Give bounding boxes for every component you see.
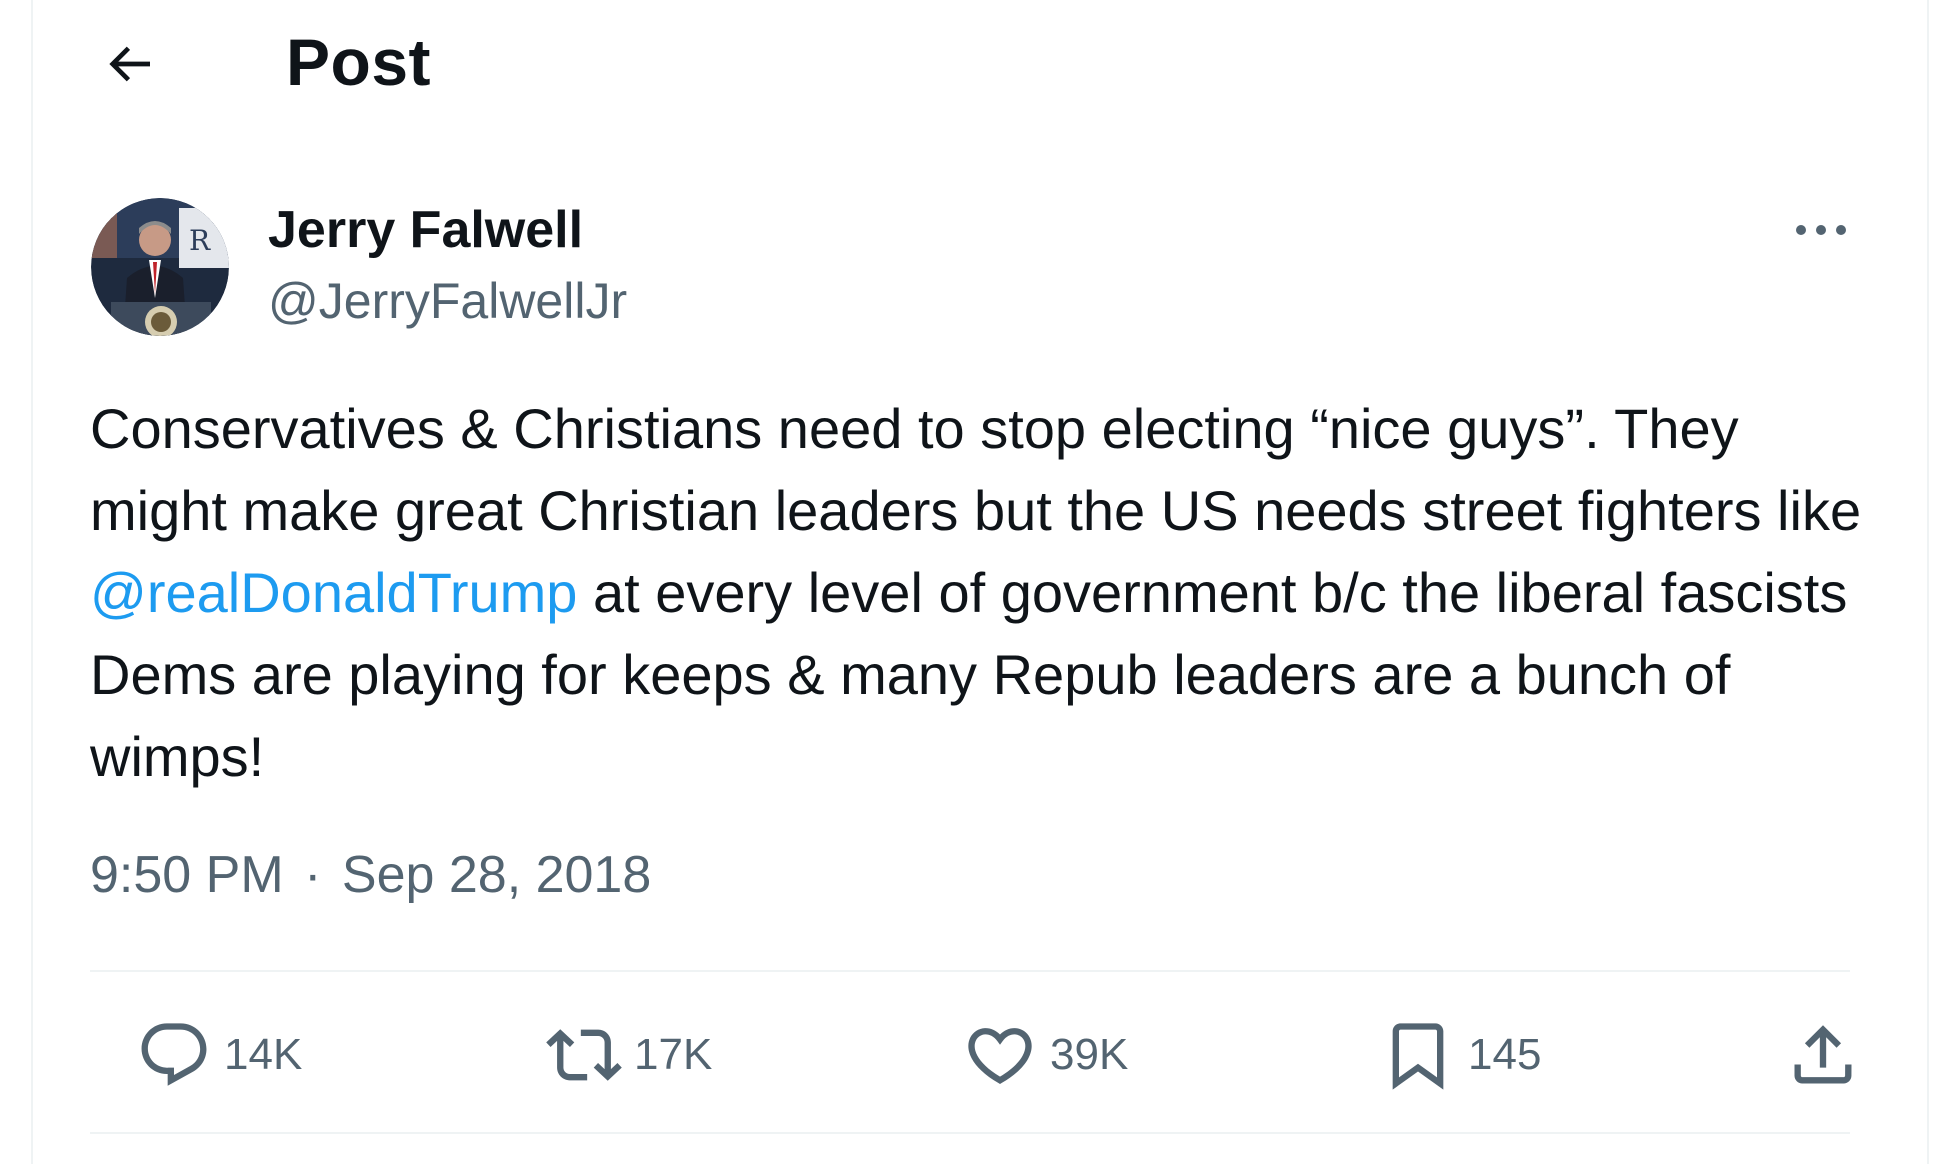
reply-icon (141, 1023, 207, 1086)
repost-icon (546, 1029, 622, 1081)
arrow-left-icon (109, 46, 150, 82)
svg-text:R: R (189, 224, 211, 257)
share-button[interactable] (1785, 1010, 1861, 1100)
more-horizontal-icon (1796, 225, 1846, 235)
like-button[interactable]: 39K (962, 1010, 1128, 1100)
mention-link[interactable]: @realDonaldTrump (90, 561, 577, 624)
action-bar: 14K 17K 39K 145 (90, 1010, 1870, 1100)
divider (90, 1132, 1850, 1134)
share-icon (1794, 1025, 1852, 1084)
post-frame: Post R Jerry Falwell @JerryFalwellJr Con… (31, 0, 1929, 1164)
post-date: Sep 28, 2018 (341, 846, 652, 904)
reply-count: 14K (224, 1030, 303, 1079)
post-text-part: Conservatives & Christians need to stop … (90, 397, 1862, 542)
bookmark-button[interactable]: 145 (1380, 1010, 1541, 1100)
post-text: Conservatives & Christians need to stop … (90, 388, 1890, 798)
bookmark-count: 145 (1468, 1030, 1542, 1079)
post-header: Post (33, 0, 1927, 130)
avatar-photo: R (91, 198, 229, 336)
like-count: 39K (1050, 1030, 1129, 1079)
repost-button[interactable]: 17K (546, 1010, 712, 1100)
reply-button[interactable]: 14K (136, 1010, 302, 1100)
separator-dot: · (304, 846, 322, 904)
bookmark-icon (1392, 1023, 1444, 1090)
author-name[interactable]: Jerry Falwell (268, 200, 583, 260)
post-time: 9:50 PM (90, 846, 284, 904)
avatar[interactable]: R (91, 198, 229, 336)
back-button[interactable] (93, 28, 165, 100)
more-options-button[interactable] (1781, 200, 1861, 260)
divider (90, 970, 1850, 972)
post-timestamp[interactable]: 9:50 PM · Sep 28, 2018 (90, 845, 651, 905)
page-title: Post (286, 25, 432, 99)
heart-icon (968, 1028, 1032, 1085)
author-handle[interactable]: @JerryFalwellJr (268, 272, 627, 330)
repost-count: 17K (634, 1030, 713, 1079)
